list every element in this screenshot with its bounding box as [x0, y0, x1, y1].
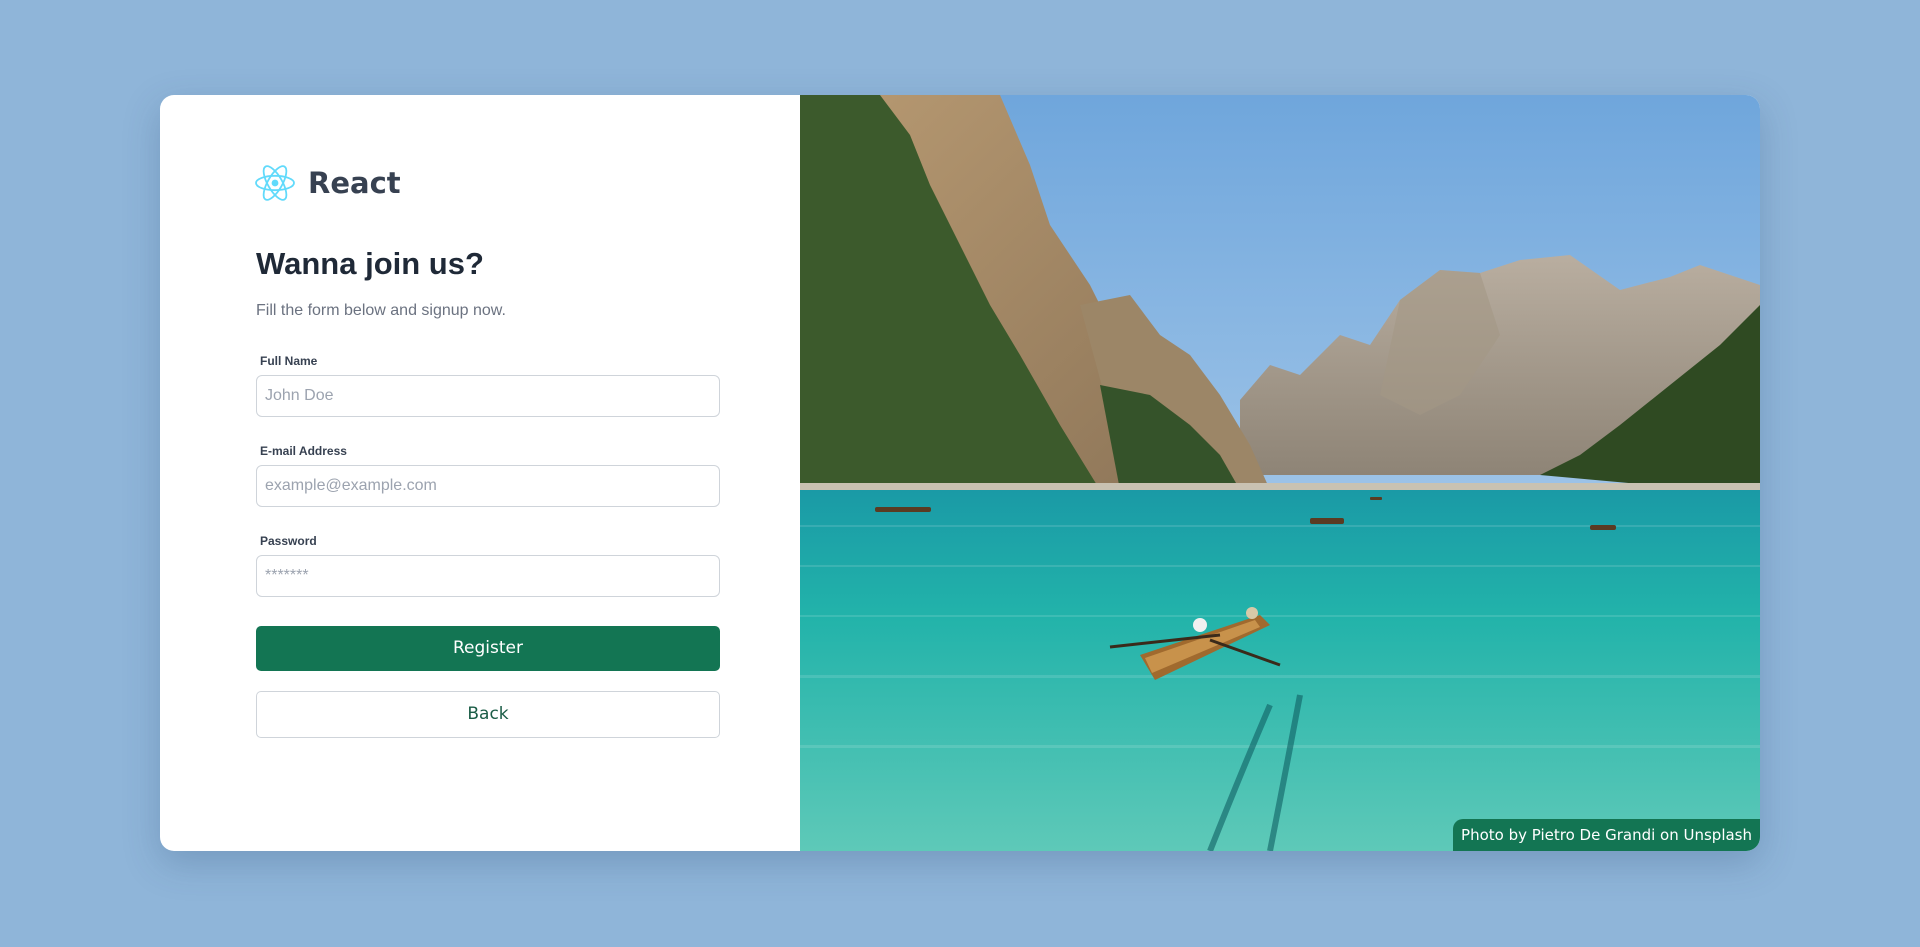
page-title: Wanna join us? [256, 246, 484, 281]
react-atom-icon [255, 165, 295, 201]
brand-name: React [308, 166, 401, 200]
full-name-input[interactable] [256, 375, 720, 417]
signup-card: React Wanna join us? Fill the form below… [160, 95, 1760, 851]
hero-photo: Photo by Pietro De Grandi on Unsplash [800, 95, 1760, 851]
register-button[interactable]: Register [256, 626, 720, 671]
back-button[interactable]: Back [256, 691, 720, 738]
password-input[interactable] [256, 555, 720, 597]
email-label: E-mail Address [260, 444, 347, 458]
full-name-label: Full Name [260, 354, 318, 368]
signup-form-panel: React Wanna join us? Fill the form below… [160, 95, 800, 851]
brand: React [254, 163, 401, 203]
email-input[interactable] [256, 465, 720, 507]
password-label: Password [260, 534, 317, 548]
page-subtitle: Fill the form below and signup now. [256, 302, 506, 319]
photo-credit: Photo by Pietro De Grandi on Unsplash [1453, 819, 1760, 851]
lake-mountain-photo [800, 95, 1760, 851]
